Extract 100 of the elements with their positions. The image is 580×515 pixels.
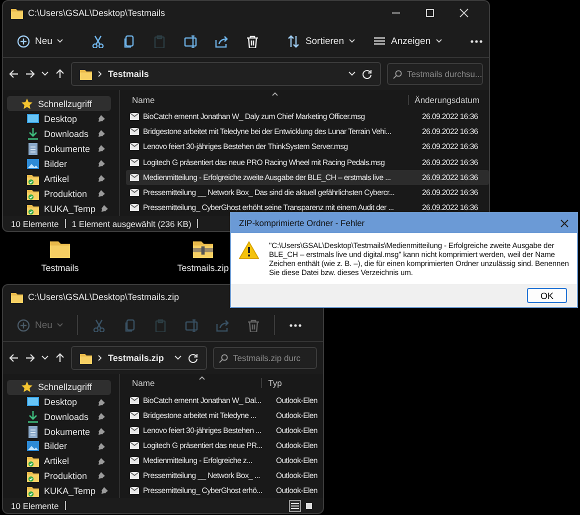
pin-icon (98, 458, 105, 465)
picture-icon (27, 158, 39, 170)
forward-arrow-icon[interactable] (25, 353, 35, 363)
column-header[interactable]: Änderungsdatum (408, 94, 489, 104)
chevron-down-icon[interactable] (41, 355, 49, 361)
envelope-icon (130, 442, 139, 449)
download-arrow-icon (27, 410, 39, 423)
envelope-icon (130, 113, 139, 120)
chevron-right-icon (98, 355, 102, 361)
up-arrow-icon[interactable] (55, 69, 65, 79)
pin-icon (98, 190, 105, 197)
share-icon (215, 34, 228, 48)
copy-icon (122, 34, 136, 48)
square-icon (305, 502, 313, 510)
pin-icon (98, 472, 105, 480)
ok-button[interactable]: OK (527, 288, 567, 304)
column-header[interactable]: Name (126, 94, 408, 104)
envelope-icon (130, 396, 139, 404)
envelope-icon (130, 143, 139, 150)
folder-name: Testmails (108, 69, 150, 79)
close-icon[interactable] (560, 218, 569, 228)
monitor-icon (27, 112, 39, 124)
folder-icon (27, 455, 39, 468)
icon-label: Testmails.zip (177, 263, 229, 273)
folder-name: Testmails.zip (108, 353, 165, 363)
pin-icon (100, 487, 108, 494)
back-arrow-icon[interactable] (9, 69, 19, 79)
sort-button[interactable]: Sortieren (279, 29, 363, 53)
refresh-icon[interactable] (188, 353, 198, 363)
download-arrow-icon (27, 128, 39, 140)
clipboard-icon (154, 318, 168, 332)
maximize-icon[interactable] (425, 8, 435, 18)
details-view-button[interactable] (289, 500, 301, 512)
sidebar-item[interactable]: Schnellzugriff (7, 380, 111, 395)
status-text: 10 Elemente (11, 500, 59, 510)
document-icon (27, 426, 39, 438)
scissors-icon (92, 318, 106, 332)
pin-icon (98, 428, 105, 436)
address-bar[interactable]: Testmails (71, 62, 381, 86)
forward-arrow-icon[interactable] (25, 69, 35, 79)
sidebar-item[interactable]: Dokumente (7, 141, 111, 156)
refresh-icon[interactable] (362, 69, 372, 79)
list-lines-icon (291, 502, 299, 510)
trash-icon (246, 34, 260, 48)
chevron-down-icon[interactable] (348, 71, 356, 77)
trash-icon (247, 318, 260, 332)
clipboard-icon (153, 34, 166, 48)
chevron-down-icon[interactable] (41, 71, 49, 77)
folder-icon (80, 68, 92, 80)
column-header[interactable]: Name (126, 378, 262, 388)
caret-icon (57, 323, 64, 327)
sidebar-item[interactable]: KUKA_Temp (7, 201, 111, 216)
search-field[interactable]: Testmails.zip durc (213, 347, 317, 369)
pin-icon (98, 175, 105, 182)
view-button[interactable]: Anzeigen (365, 29, 450, 53)
pin-icon (98, 413, 105, 420)
document-icon (27, 142, 39, 154)
sidebar-item[interactable]: Bilder (7, 439, 111, 454)
sidebar-item[interactable]: Downloads (7, 126, 111, 141)
envelope-icon (130, 456, 139, 464)
sidebar-item[interactable]: Artikel (7, 171, 111, 186)
sidebar-item[interactable]: KUKA_Temp (7, 483, 111, 498)
caret-icon (57, 39, 64, 43)
sidebar-item[interactable]: Dokumente (7, 424, 111, 439)
envelope-icon (130, 158, 139, 166)
folder-icon (27, 470, 39, 482)
sidebar-item[interactable]: Downloads (7, 410, 111, 424)
sidebar-item[interactable]: Produktion (7, 186, 111, 201)
sort-arrows-icon (287, 34, 300, 48)
plus-circle-icon (17, 34, 30, 48)
window-title: C:\Users\GSAL\Desktop\Testmails.zip (28, 292, 180, 302)
folder-icon (11, 291, 23, 303)
address-bar[interactable]: Testmails.zip (71, 346, 207, 370)
warning-icon (239, 241, 259, 259)
star-icon (21, 381, 33, 394)
envelope-icon (130, 487, 139, 494)
monitor-icon (27, 396, 39, 408)
back-arrow-icon[interactable] (9, 353, 19, 363)
window-title: C:\Users\GSAL\Desktop\Testmails (28, 8, 166, 18)
share-icon (216, 318, 230, 332)
sidebar-item[interactable]: Bilder (7, 156, 111, 171)
new-button[interactable]: Neu (9, 29, 72, 53)
sidebar-item[interactable]: Schnellzugriff (7, 96, 111, 111)
envelope-icon (130, 472, 139, 479)
picture-icon (27, 440, 39, 452)
search-field[interactable]: Testmails durchsu... (387, 63, 483, 85)
sidebar-item[interactable]: Produktion (7, 468, 111, 484)
sidebar-item[interactable]: Artikel (7, 454, 111, 468)
column-header[interactable]: Typ (261, 378, 323, 388)
chevron-down-icon[interactable] (174, 355, 182, 361)
folder-icon (80, 352, 92, 364)
plus-circle-icon (17, 318, 30, 332)
envelope-icon (130, 204, 139, 212)
sidebar-item[interactable]: Desktop (7, 111, 111, 126)
status-text: 1 Element ausgewählt (236 KB) (72, 218, 192, 228)
folder-icon (27, 202, 39, 214)
up-arrow-icon[interactable] (55, 353, 65, 363)
envelope-icon (130, 174, 139, 181)
sidebar-item[interactable]: Desktop (7, 394, 111, 410)
rename-icon (185, 318, 198, 332)
